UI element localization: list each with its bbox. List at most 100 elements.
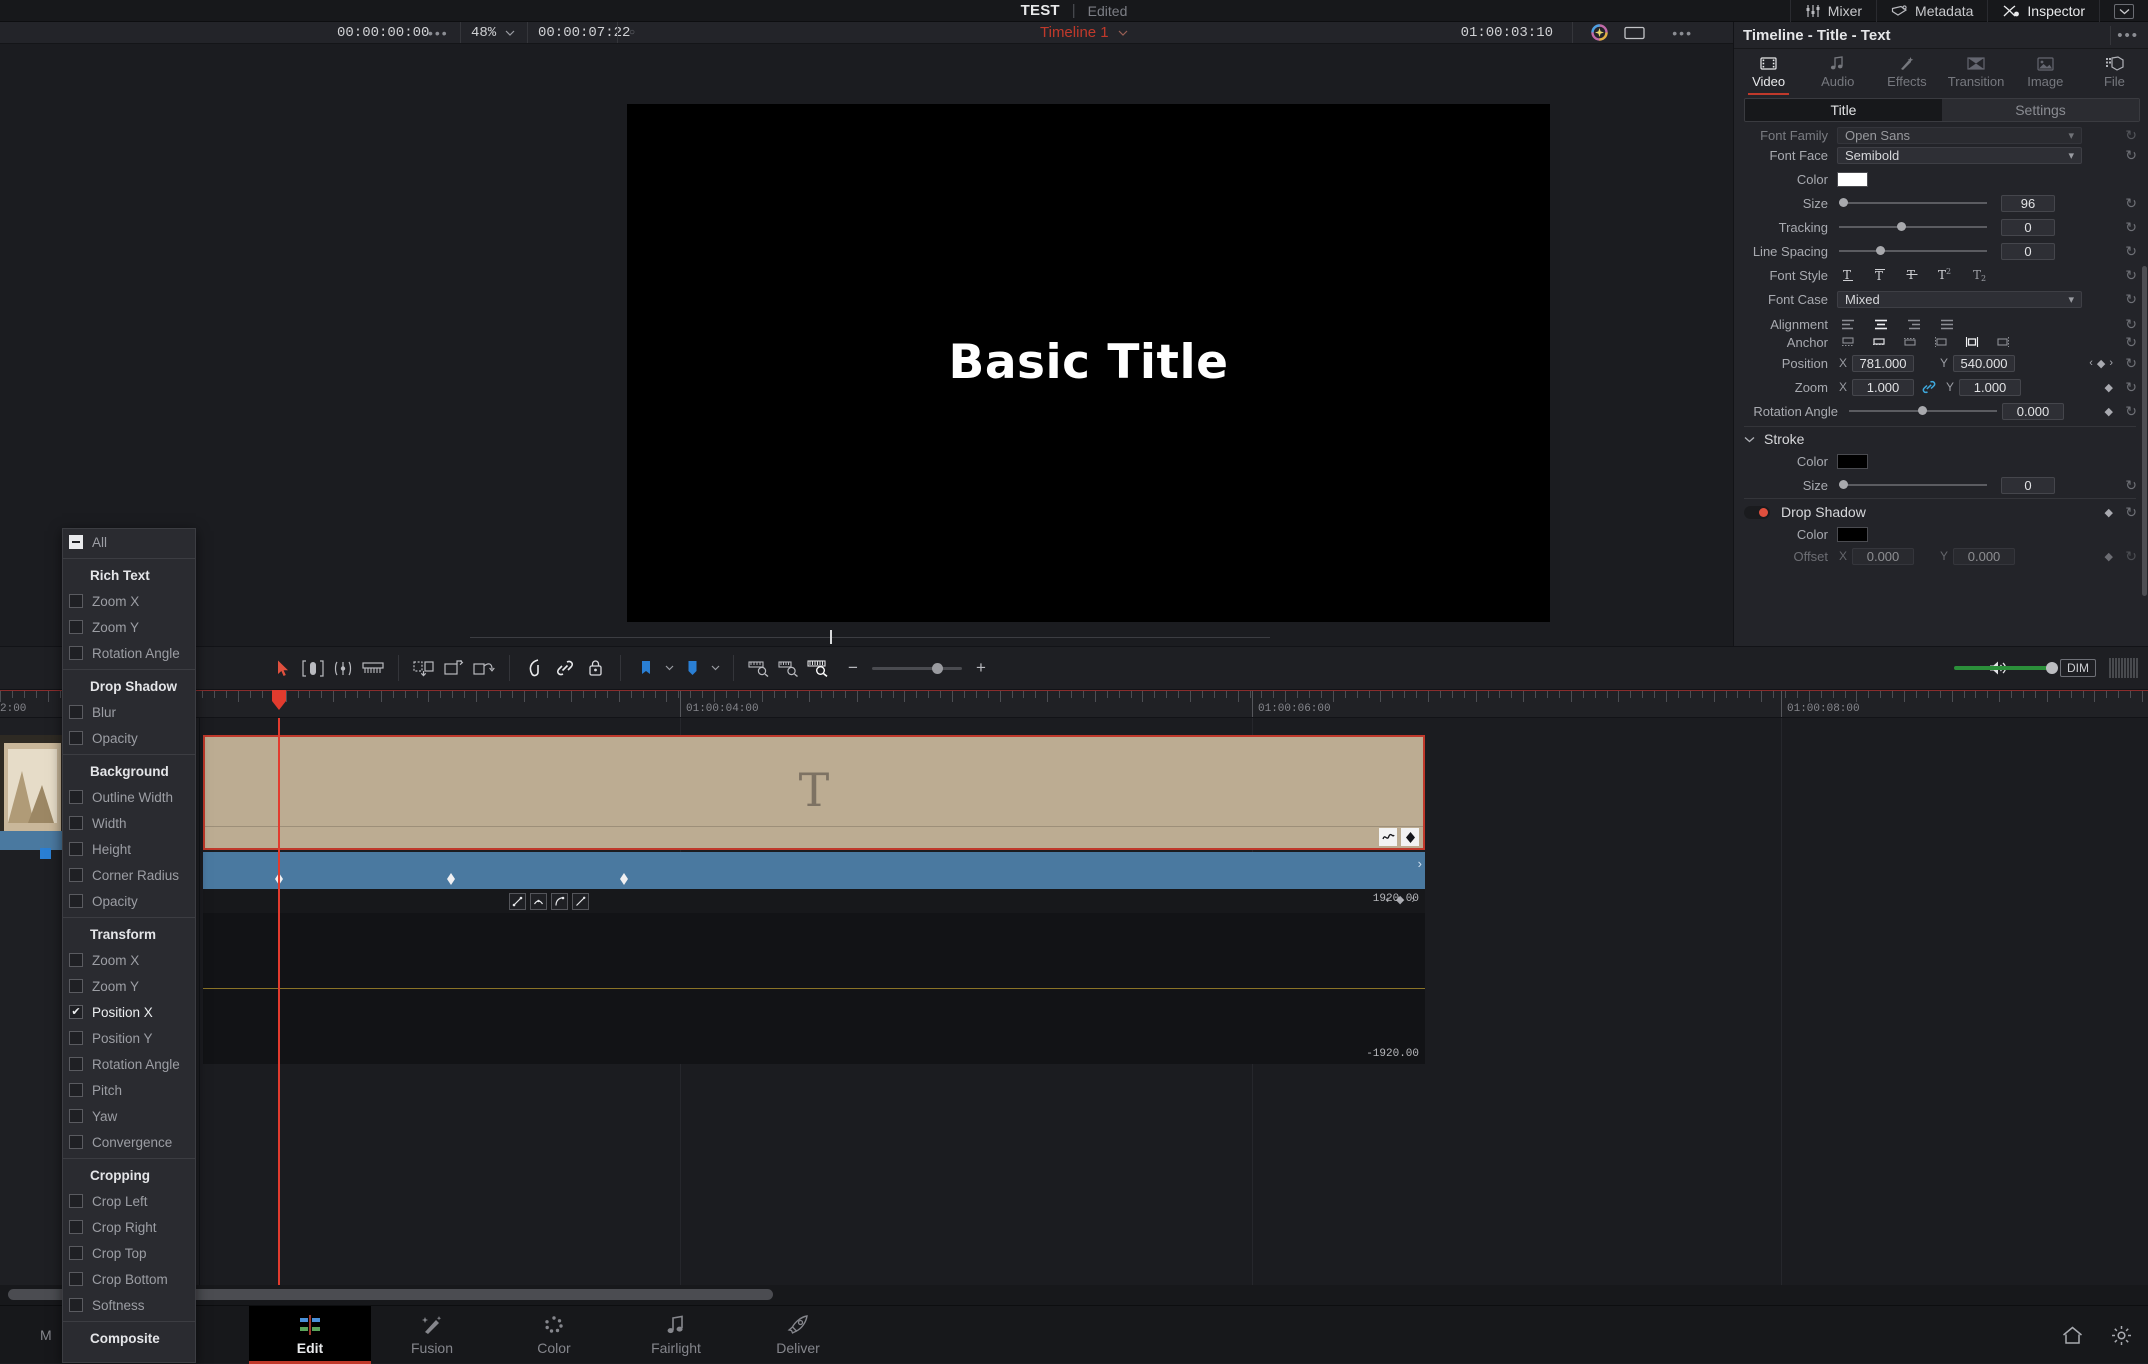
marker-dropdown-chevron[interactable] xyxy=(707,653,723,683)
font-case-select[interactable]: Mixed ▾ xyxy=(1837,290,2082,308)
position-next-keyframe-button[interactable]: › xyxy=(2109,357,2113,369)
superscript-style-button[interactable]: T2 xyxy=(1937,268,1955,282)
drop-shadow-reset-button[interactable]: ↻ xyxy=(2125,504,2137,521)
tab-transition[interactable]: Transition xyxy=(1942,49,2011,96)
anchor-reset-button[interactable]: ↻ xyxy=(2125,334,2137,351)
timeline-title-clip[interactable]: T xyxy=(203,735,1425,850)
home-icon[interactable] xyxy=(2062,1326,2083,1345)
rotation-keyframe-button[interactable]: ◆ xyxy=(2105,405,2113,418)
checkbox-icon[interactable] xyxy=(69,1220,83,1234)
timeline-horizontal-scrollbar[interactable] xyxy=(0,1285,2148,1305)
menu-item-pitch[interactable]: Pitch xyxy=(63,1077,195,1103)
size-reset-button[interactable]: ↻ xyxy=(2125,195,2137,212)
prop-font-style[interactable]: Font Style T T T T2 T2 ↻ xyxy=(1734,266,2148,284)
checkbox-icon[interactable] xyxy=(69,1057,83,1071)
menu-item-zoom-x[interactable]: Zoom X xyxy=(63,588,195,614)
menu-item-position-x[interactable]: Position X xyxy=(63,999,195,1025)
metadata-panel-button[interactable]: Metadata xyxy=(1876,0,1987,22)
font-face-select[interactable]: Semibold ▾ xyxy=(1837,146,2082,164)
overline-style-button[interactable]: T xyxy=(1873,268,1888,282)
strikethrough-style-button[interactable]: T xyxy=(1905,268,1920,282)
font-style-reset-button[interactable]: ↻ xyxy=(2125,267,2137,284)
viewer-playhead[interactable] xyxy=(830,630,832,644)
line-spacing-value-field[interactable]: 0 xyxy=(2001,242,2055,260)
ease-out-interp-button[interactable] xyxy=(572,893,589,910)
font-case-reset-button[interactable]: ↻ xyxy=(2125,291,2137,308)
anchor-right-button[interactable] xyxy=(1996,336,2010,348)
checkbox-mixed-icon[interactable] xyxy=(69,535,83,549)
inspector-panel-button[interactable]: Inspector xyxy=(1987,0,2099,22)
viewer-scrub-bar[interactable] xyxy=(470,630,1270,644)
timeline-selector[interactable]: Timeline 1 xyxy=(1040,24,1128,41)
linked-selection-toggle-button[interactable] xyxy=(550,653,580,683)
checkbox-icon[interactable] xyxy=(69,1272,83,1286)
text-color-swatch[interactable] xyxy=(1837,171,1868,187)
linear-interp-button[interactable] xyxy=(509,893,526,910)
menu-item-crop-top[interactable]: Crop Top xyxy=(63,1240,195,1266)
stroke-size-slider[interactable] xyxy=(1839,480,1987,489)
position-keyframe-nav[interactable]: ‹ ◆ › xyxy=(2089,357,2113,370)
nav-edit-page[interactable]: Edit xyxy=(249,1306,371,1364)
menu-item-crop-left[interactable]: Crop Left xyxy=(63,1188,195,1214)
drop-shadow-toggle[interactable] xyxy=(1744,505,1770,519)
keyframe-row[interactable] xyxy=(203,873,1425,887)
tracking-slider-handle[interactable] xyxy=(1897,222,1906,231)
menu-item-crop-right[interactable]: Crop Right xyxy=(63,1214,195,1240)
settings-icon[interactable] xyxy=(2111,1325,2132,1346)
inspector-options-button[interactable]: ••• xyxy=(2117,27,2139,44)
menu-item-convergence[interactable]: Convergence xyxy=(63,1129,195,1155)
checkbox-icon[interactable] xyxy=(69,1031,83,1045)
dynamic-trim-tool-button[interactable] xyxy=(328,653,358,683)
prop-position[interactable]: Position X 781.000 Y 540.000 ‹ ◆ › ↻ xyxy=(1734,354,2148,372)
menu-item-yaw[interactable]: Yaw xyxy=(63,1103,195,1129)
tab-audio[interactable]: Audio xyxy=(1803,49,1872,96)
drop-shadow-color-swatch[interactable] xyxy=(1837,526,1868,542)
prop-size[interactable]: Size 96 ↻ xyxy=(1734,194,2148,212)
menu-item-all[interactable]: All xyxy=(63,529,195,555)
checkbox-icon[interactable] xyxy=(69,1194,83,1208)
volume-slider-handle[interactable] xyxy=(2046,662,2058,674)
position-reset-button[interactable]: ↻ xyxy=(2125,355,2137,372)
checkbox-icon[interactable] xyxy=(69,842,83,856)
checkbox-icon[interactable] xyxy=(69,731,83,745)
menu-item-width[interactable]: Width xyxy=(63,810,195,836)
checkbox-icon[interactable] xyxy=(69,705,83,719)
prop-font-face[interactable]: Font Face Semibold ▾ ↻ xyxy=(1734,146,2148,164)
tracking-reset-button[interactable]: ↻ xyxy=(2125,219,2137,236)
nav-color-page[interactable]: Color xyxy=(493,1306,615,1364)
pointer-tool-button[interactable] xyxy=(268,653,298,683)
chevron-down-icon[interactable] xyxy=(1744,436,1755,443)
tab-effects[interactable]: Effects xyxy=(1872,49,1941,96)
checkbox-icon[interactable] xyxy=(69,1005,83,1019)
tab-file[interactable]: File xyxy=(2080,49,2148,96)
zoom-custom-button[interactable] xyxy=(804,653,834,683)
timeline-playhead[interactable] xyxy=(278,718,280,1285)
tab-image[interactable]: Image xyxy=(2011,49,2080,96)
checkbox-icon[interactable] xyxy=(69,1298,83,1312)
checkbox-icon[interactable] xyxy=(69,953,83,967)
zoom-detail-button[interactable] xyxy=(774,653,804,683)
size-value-field[interactable]: 96 xyxy=(2001,194,2055,212)
position-x-field[interactable]: 781.000 xyxy=(1852,354,1915,372)
font-family-reset-button[interactable]: ↻ xyxy=(2125,127,2137,144)
menu-item-position-y[interactable]: Position Y xyxy=(63,1025,195,1051)
flag-marker-button[interactable] xyxy=(631,653,661,683)
stroke-size-reset-button[interactable]: ↻ xyxy=(2125,477,2137,494)
dim-audio-button[interactable]: DIM xyxy=(2060,659,2096,677)
anchor-bottom-button[interactable] xyxy=(1903,336,1917,348)
video-preview-frame[interactable]: Basic Title xyxy=(627,104,1550,622)
stroke-color-swatch[interactable] xyxy=(1837,453,1868,469)
stroke-section-header[interactable]: Stroke xyxy=(1734,429,2148,449)
inspector-properties[interactable]: Font Family Open Sans ▾ ↻ Font Face Semi… xyxy=(1734,126,2148,646)
zoom-in-button[interactable]: + xyxy=(976,658,986,678)
checkbox-icon[interactable] xyxy=(69,790,83,804)
prop-alignment[interactable]: Alignment ↻ xyxy=(1734,315,2148,333)
menu-item-blur[interactable]: Blur xyxy=(63,699,195,725)
underline-style-button[interactable]: T xyxy=(1841,268,1856,282)
nav-fairlight-page[interactable]: Fairlight xyxy=(615,1306,737,1364)
flag-dropdown-chevron[interactable] xyxy=(661,653,677,683)
color-wheel-icon[interactable] xyxy=(1591,24,1608,41)
offset-keyframe-button[interactable]: ◆ xyxy=(2105,550,2113,563)
clip-keyframe-curve-badge[interactable] xyxy=(1379,828,1397,846)
rotation-slider-handle[interactable] xyxy=(1918,406,1927,415)
